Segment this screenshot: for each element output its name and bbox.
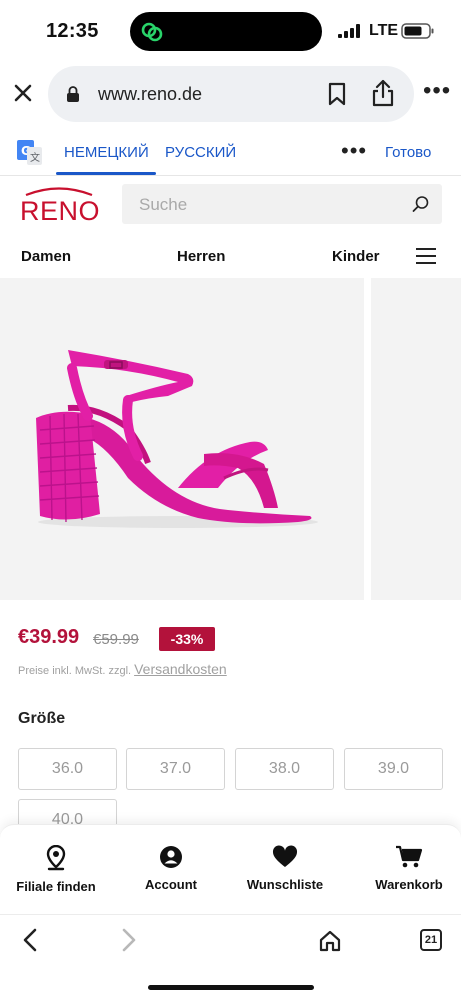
tab-source-language[interactable]: НЕМЕЦКИЙ xyxy=(64,144,149,161)
heart-icon xyxy=(272,845,298,867)
search-placeholder: Suche xyxy=(139,195,188,214)
back-icon[interactable] xyxy=(20,927,40,953)
google-translate-icon: G 文 xyxy=(17,140,42,165)
nav-cart[interactable]: Warenkorb xyxy=(354,845,461,892)
close-icon[interactable] xyxy=(10,80,36,106)
network-type: LTE xyxy=(369,22,399,39)
product-gallery[interactable] xyxy=(0,278,461,600)
nav-store-finder[interactable]: Filiale finden xyxy=(1,845,111,894)
size-option[interactable]: 36.0 xyxy=(18,748,117,790)
home-icon[interactable] xyxy=(318,929,342,953)
category-nav: Damen Herren Kinder xyxy=(0,240,461,274)
battery-icon xyxy=(401,23,434,39)
url-text: www.reno.de xyxy=(98,84,203,104)
category-herren[interactable]: Herren xyxy=(177,248,225,265)
bookmark-icon[interactable] xyxy=(326,82,348,106)
svg-text:文: 文 xyxy=(30,151,40,164)
category-kinder[interactable]: Kinder xyxy=(332,248,380,265)
browser-toolbar: 21 xyxy=(0,914,461,999)
category-damen[interactable]: Damen xyxy=(21,248,71,265)
discount-badge: -33% xyxy=(159,627,215,651)
site-bottom-nav: Filiale finden Account Wunschliste Waren… xyxy=(0,824,461,914)
nav-account[interactable]: Account xyxy=(116,845,226,892)
dynamic-island xyxy=(130,12,322,51)
reno-logo[interactable]: RENO xyxy=(18,186,100,224)
more-icon[interactable]: ••• xyxy=(423,79,451,106)
account-icon xyxy=(160,846,182,868)
location-pin-icon xyxy=(46,845,66,871)
menu-icon[interactable] xyxy=(416,248,438,264)
nav-label: Warenkorb xyxy=(375,877,443,892)
tabs-icon[interactable]: 21 xyxy=(420,929,442,951)
price-note-text: Preise inkl. MwSt. zzgl. xyxy=(18,665,132,677)
size-option[interactable]: 38.0 xyxy=(235,748,334,790)
product-image-next[interactable] xyxy=(371,278,461,600)
translate-more-icon[interactable]: ••• xyxy=(341,138,367,164)
nav-label: Filiale finden xyxy=(16,879,96,894)
translate-bar: G 文 НЕМЕЦКИЙ РУССКИЙ ••• Готово xyxy=(0,128,461,176)
nav-label: Account xyxy=(145,877,197,892)
site-header: RENO Suche xyxy=(0,180,461,232)
nav-wishlist[interactable]: Wunschliste xyxy=(230,845,340,892)
signal-icon xyxy=(338,24,360,38)
browser-url-bar: www.reno.de ••• xyxy=(0,64,461,124)
lock-icon xyxy=(67,86,79,102)
size-title: Größe xyxy=(18,710,66,727)
search-icon[interactable] xyxy=(412,195,430,213)
price-original: €59.99 xyxy=(93,631,139,648)
price-row: €39.99 €59.99 -33% xyxy=(18,626,438,654)
address-field[interactable]: www.reno.de xyxy=(48,66,414,122)
share-icon[interactable] xyxy=(370,78,396,108)
product-image[interactable] xyxy=(0,278,364,600)
pink-block-heel-sandal-image xyxy=(36,350,318,528)
active-tab-underline xyxy=(56,172,156,175)
translate-done-button[interactable]: Готово xyxy=(385,144,431,161)
svg-text:RENO: RENO xyxy=(20,196,100,224)
status-bar: 12:35 LTE xyxy=(0,0,461,62)
shipping-costs-link[interactable]: Versandkosten xyxy=(134,661,227,677)
cart-icon xyxy=(396,845,423,868)
size-option[interactable]: 39.0 xyxy=(344,748,443,790)
price-current: €39.99 xyxy=(18,626,80,648)
nav-label: Wunschliste xyxy=(246,877,324,892)
search-input[interactable]: Suche xyxy=(122,184,442,224)
home-indicator xyxy=(148,985,314,990)
status-time: 12:35 xyxy=(46,20,99,42)
forward-icon[interactable] xyxy=(119,927,139,953)
tab-target-language[interactable]: РУССКИЙ xyxy=(165,144,236,161)
focus-icon xyxy=(141,22,163,42)
size-option[interactable]: 37.0 xyxy=(126,748,225,790)
price-note: Preise inkl. MwSt. zzgl. Versandkosten xyxy=(18,661,227,677)
